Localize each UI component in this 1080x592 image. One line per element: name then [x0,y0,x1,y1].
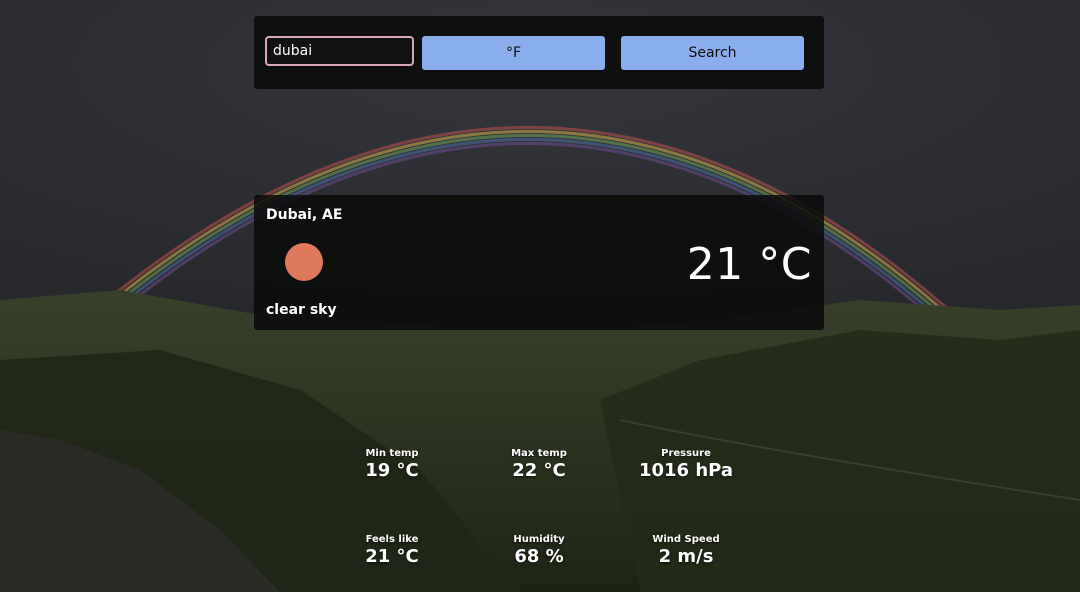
current-weather-card: Dubai, AE 21 °C clear sky [254,195,824,330]
stat-wind-speed: Wind Speed 2 m/s [616,534,756,567]
stat-label: Humidity [513,534,565,545]
stat-label: Pressure [661,448,711,459]
city-search-input[interactable] [265,36,414,66]
weather-app-page: °F Search Dubai, AE 21 °C clear sky Min … [0,0,1080,592]
current-temperature: 21 °C [686,239,812,290]
location-name: Dubai, AE [266,207,343,223]
stat-label: Feels like [365,534,419,545]
weather-description: clear sky [266,302,337,318]
stat-value: 21 °C [365,546,419,567]
sun-icon [285,243,323,281]
stat-label: Wind Speed [652,534,720,545]
search-button[interactable]: Search [621,36,804,70]
stat-value: 68 % [514,546,564,567]
stat-value: 2 m/s [658,546,714,567]
stat-pressure: Pressure 1016 hPa [616,448,756,481]
stat-value: 19 °C [365,460,419,481]
stat-value: 22 °C [512,460,566,481]
stat-label: Min temp [365,448,419,459]
stat-min-temp: Min temp 19 °C [322,448,462,481]
stat-max-temp: Max temp 22 °C [469,448,609,481]
stat-value: 1016 hPa [638,460,734,481]
unit-toggle-button[interactable]: °F [422,36,605,70]
stat-feels-like: Feels like 21 °C [322,534,462,567]
stat-humidity: Humidity 68 % [469,534,609,567]
stat-label: Max temp [511,448,567,459]
search-panel: °F Search [254,16,824,89]
